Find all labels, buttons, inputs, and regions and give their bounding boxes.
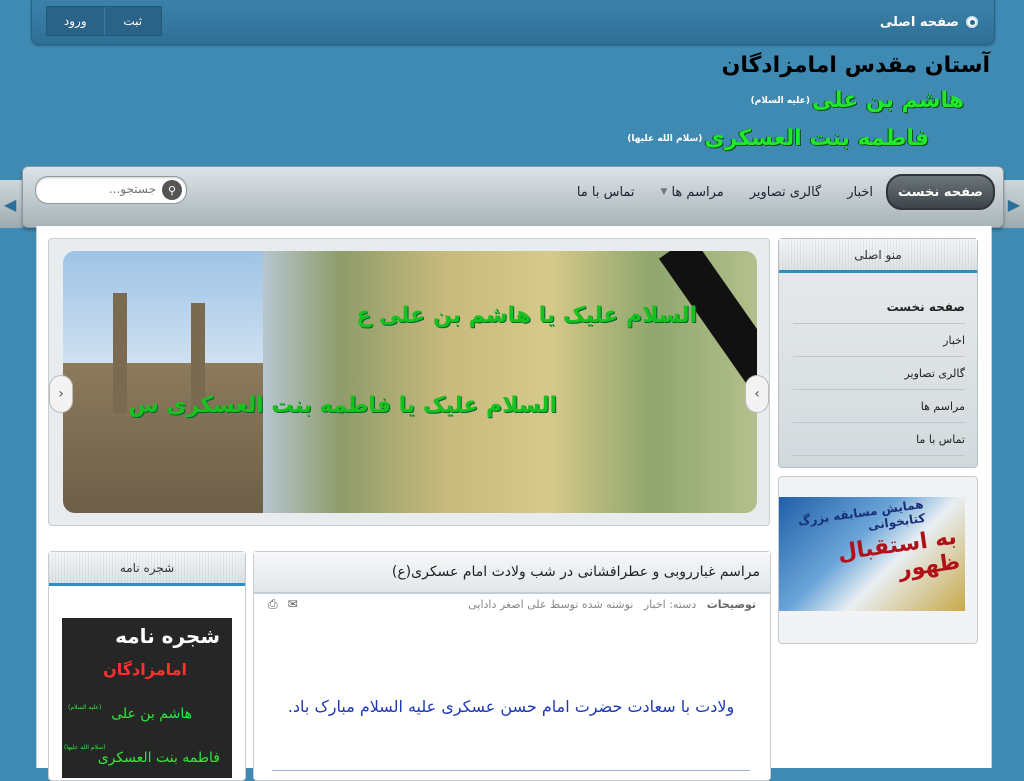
article-body: ولادت با سعادت حضرت امام حسن عسکری علیه … (287, 697, 735, 716)
meta-details: توضیحات (706, 598, 756, 611)
menu-item-gallery[interactable]: گالری تصاویر (793, 357, 965, 390)
nav-item-home[interactable]: صفحه نخست (886, 174, 995, 210)
header-name-2-suffix: (سلام الله علیها) (627, 134, 703, 144)
slide-mosque (63, 363, 263, 513)
nav-item-contact[interactable]: تماس با ما (564, 176, 648, 208)
tree-img-line3: فاطمه بنت العسکری (97, 750, 220, 766)
search-input[interactable] (44, 181, 158, 197)
register-button[interactable]: ثبت (103, 7, 162, 35)
search-box: ⚲ (35, 176, 187, 204)
chevron-left-icon: ‹ (58, 386, 64, 402)
nav-item-gallery[interactable]: گالری تصاویر (737, 176, 835, 208)
home-bullet-icon (966, 16, 978, 28)
main-content: السلام علیک یا هاشم بن علی ع السلام علیک… (36, 226, 992, 781)
meta-author: نوشته شده توسط علی اصغر دادایی (468, 598, 634, 611)
chevron-left-icon: ◀ (4, 195, 17, 214)
login-button[interactable]: ورود (47, 7, 104, 35)
slide-minaret-1 (113, 293, 127, 413)
nav-item-ceremonies-label: مراسم ها (671, 184, 724, 200)
slider-next-button[interactable]: › (745, 375, 769, 413)
tree-img-title: شجره نامه (115, 624, 220, 648)
menu-item-news[interactable]: اخبار (793, 324, 965, 357)
slide-black-ribbon (658, 251, 757, 407)
slide-caption-1: السلام علیک یا هاشم بن علی ع (356, 303, 697, 328)
nav-item-ceremonies[interactable]: مراسم ها ▼ (648, 176, 737, 208)
top-home-link[interactable]: صفحه اصلی (880, 12, 978, 32)
nav-items: صفحه نخست اخبار گالری تصاویر مراسم ها ▼ ت… (564, 174, 995, 210)
slide-caption-2: السلام علیک یا فاطمه بنت العسکری س (128, 393, 557, 418)
slide-image: السلام علیک یا هاشم بن علی ع السلام علیک… (63, 251, 757, 513)
header-name-2: فاطمه بنت العسکری(سلام الله علیها) (625, 126, 929, 151)
article-divider (272, 770, 750, 771)
chevron-right-icon: ▶ (1007, 195, 1020, 214)
main-menu-title: منو اصلی (779, 239, 977, 273)
top-home-label: صفحه اصلی (879, 14, 959, 30)
article-tools: ✉ ⎙ (268, 597, 298, 612)
image-slider: السلام علیک یا هاشم بن علی ع السلام علیک… (48, 238, 770, 526)
email-icon[interactable]: ✉ (288, 597, 298, 612)
main-menu-box: منو اصلی صفحه نخست اخبار گالری تصاویر مر… (778, 238, 978, 468)
ad-box: همایش مسابقه بزرگ کتابخوانی به استقبال ظ… (778, 476, 978, 644)
tree-img-small1: (علیه السلام) (68, 704, 102, 711)
print-icon[interactable]: ⎙ (268, 597, 278, 612)
slider-prev-button[interactable]: ‹ (49, 375, 73, 413)
top-actions: ورود ثبت (46, 6, 162, 36)
meta-category-label: دسته: (669, 598, 697, 611)
header-name-1: هاشم بن علی(علیه السلام) (749, 88, 964, 113)
chevron-right-icon: › (754, 386, 760, 402)
family-tree-box: شجره نامه شجره نامه امامزادگان (علیه الس… (48, 551, 246, 781)
header-name-2-text: فاطمه بنت العسکری (704, 126, 929, 151)
article-meta: توضیحات دسته: اخبار نوشته شده توسط علی ا… (468, 598, 756, 611)
header-name-1-suffix: (علیه السلام) (750, 96, 810, 106)
ad-banner-image[interactable]: همایش مسابقه بزرگ کتابخوانی به استقبال ظ… (779, 497, 965, 611)
article-title[interactable]: مراسم غبارروبی و عطرافشانی در شب ولادت ا… (254, 552, 770, 594)
main-navbar: صفحه نخست اخبار گالری تصاویر مراسم ها ▼ ت… (22, 166, 1004, 228)
tree-img-line2: هاشم بن علی (111, 706, 192, 722)
search-icon[interactable]: ⚲ (162, 180, 182, 200)
family-tree-image[interactable]: شجره نامه امامزادگان (علیه السلام) هاشم … (62, 618, 232, 778)
site-title: آستان مقدس امامزادگان (721, 53, 990, 78)
tree-img-line1: امامزادگان (103, 660, 187, 679)
header-name-1-text: هاشم بن علی (811, 88, 964, 113)
menu-item-home[interactable]: صفحه نخست (793, 291, 965, 324)
top-bar: صفحه اصلی ورود ثبت (31, 0, 995, 45)
main-menu-list: صفحه نخست اخبار گالری تصاویر مراسم ها تم… (779, 273, 977, 456)
family-tree-title: شجره نامه (49, 552, 245, 586)
menu-item-ceremonies[interactable]: مراسم ها (793, 390, 965, 423)
nav-item-news[interactable]: اخبار (834, 176, 886, 208)
caret-down-icon: ▼ (660, 187, 668, 197)
meta-category[interactable]: اخبار (644, 598, 666, 611)
article-box: مراسم غبارروبی و عطرافشانی در شب ولادت ا… (253, 551, 771, 781)
menu-item-contact[interactable]: تماس با ما (793, 423, 965, 456)
